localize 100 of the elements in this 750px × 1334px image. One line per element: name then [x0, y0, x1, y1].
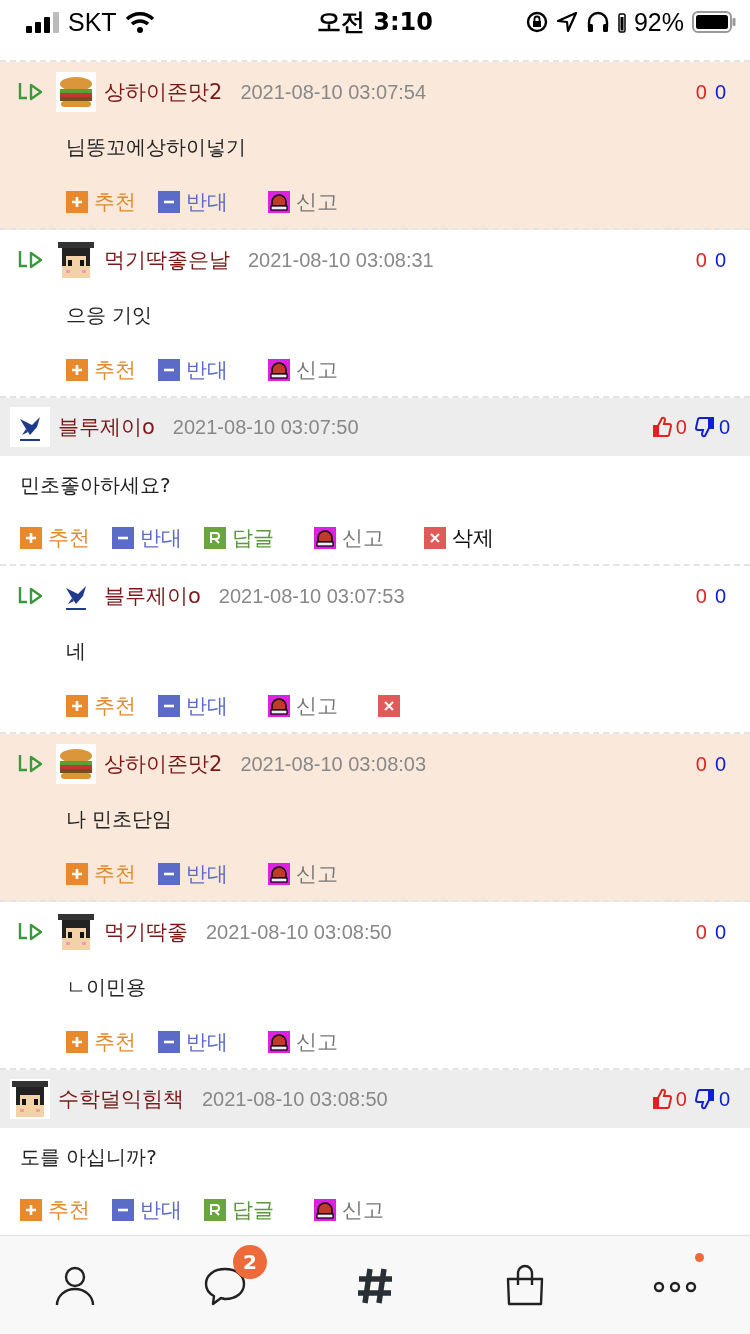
reply-arrow-icon: [18, 921, 44, 943]
comment-date: 2021-08-10 03:08:50: [206, 920, 392, 944]
siren-icon: [268, 191, 290, 213]
author-name[interactable]: 상하이존맛2: [104, 750, 223, 778]
action-link[interactable]: 답글: [232, 1196, 274, 1224]
upvote-count[interactable]: 0: [675, 1087, 687, 1111]
siren-icon: [268, 695, 290, 717]
plus-icon: [66, 359, 88, 381]
comment-date: 2021-08-10 03:08:31: [248, 248, 434, 272]
action-link[interactable]: 반대: [186, 188, 228, 216]
downvote-count[interactable]: 0: [714, 80, 726, 104]
action-link[interactable]: 삭제: [452, 524, 494, 552]
headphones-icon: [585, 11, 610, 33]
reply-arrow-icon: [18, 249, 44, 271]
downvote-count[interactable]: 0: [714, 248, 726, 272]
battery-small-icon: [617, 11, 626, 33]
plus-icon: [66, 191, 88, 213]
status-time: 오전 3:10: [315, 7, 435, 38]
author-name[interactable]: 블루제이o: [104, 582, 201, 610]
action-link[interactable]: 추천: [94, 692, 136, 720]
upvote-count[interactable]: 0: [695, 584, 707, 608]
comment-date: 2021-08-10 03:08:03: [240, 752, 427, 776]
action-link[interactable]: 반대: [186, 860, 228, 888]
downvote-count[interactable]: 0: [718, 415, 730, 439]
reply-arrow-icon: [18, 585, 44, 607]
action-link[interactable]: 반대: [140, 524, 182, 552]
reply-arrow-icon: [18, 753, 44, 775]
action-link[interactable]: 반대: [186, 1028, 228, 1056]
close-icon: [424, 527, 446, 549]
carrier-name: SKT: [68, 7, 117, 37]
comment-date: 2021-08-10 03:07:53: [218, 584, 405, 608]
reply-r-icon: [204, 1199, 226, 1221]
minus-icon: [158, 1031, 180, 1053]
thumbs-up-icon: [651, 416, 672, 438]
rotation-lock-icon: [525, 11, 548, 33]
action-link[interactable]: 추천: [94, 1028, 136, 1056]
author-name[interactable]: 상하이존맛2: [104, 78, 223, 106]
author-name[interactable]: 수학덜익힘책: [58, 1085, 184, 1113]
siren-icon: [314, 527, 336, 549]
comment-text: 도를 아십니까?: [19, 1144, 158, 1171]
plus-icon: [66, 1031, 88, 1053]
action-link[interactable]: 신고: [296, 1028, 338, 1056]
comment-text: 님똥꼬에상하이넣기: [65, 134, 247, 161]
thumbs-up-icon: [651, 1088, 672, 1110]
notification-badge: 2: [233, 1245, 267, 1279]
close-icon[interactable]: [378, 695, 400, 717]
comment-text: ㄴ이민용: [65, 974, 147, 1001]
comment-text: 민초좋아하세요?: [19, 472, 172, 499]
action-link[interactable]: 추천: [48, 1196, 90, 1224]
thumbs-down-icon: [694, 416, 715, 438]
downvote-count[interactable]: 0: [714, 920, 726, 944]
signal-icon: [26, 11, 60, 33]
minus-icon: [158, 359, 180, 381]
upvote-count[interactable]: 0: [695, 80, 707, 104]
reply-arrow-icon: [18, 81, 44, 103]
comment-date: 2021-08-10 03:08:50: [202, 1087, 388, 1111]
action-link[interactable]: 신고: [342, 1196, 384, 1224]
downvote-count[interactable]: 0: [718, 1087, 730, 1111]
comment-date: 2021-08-10 03:07:50: [172, 415, 359, 439]
upvote-count[interactable]: 0: [695, 248, 707, 272]
minus-icon: [158, 863, 180, 885]
plus-icon: [66, 863, 88, 885]
downvote-count[interactable]: 0: [714, 584, 726, 608]
comment-date: 2021-08-10 03:07:54: [240, 80, 427, 104]
plus-icon: [20, 527, 42, 549]
plus-icon: [20, 1199, 42, 1221]
downvote-count[interactable]: 0: [714, 752, 726, 776]
action-link[interactable]: 반대: [186, 356, 228, 384]
action-link[interactable]: 반대: [140, 1196, 182, 1224]
comment-text: 나 민초단임: [65, 806, 174, 833]
action-link[interactable]: 신고: [296, 188, 338, 216]
battery-icon: [692, 11, 736, 33]
author-name[interactable]: 먹기딱좋은날: [104, 246, 230, 274]
author-name[interactable]: 블루제이o: [58, 413, 155, 441]
minus-icon: [112, 1199, 134, 1221]
action-link[interactable]: 신고: [342, 524, 384, 552]
comment-text: 네: [65, 638, 87, 665]
location-icon: [555, 11, 578, 33]
action-link[interactable]: 답글: [232, 524, 274, 552]
minus-icon: [158, 191, 180, 213]
action-link[interactable]: 신고: [296, 356, 338, 384]
upvote-count[interactable]: 0: [695, 920, 707, 944]
siren-icon: [268, 359, 290, 381]
minus-icon: [158, 695, 180, 717]
thumbs-down-icon: [694, 1088, 715, 1110]
author-name[interactable]: 먹기딱좋: [104, 918, 188, 946]
action-link[interactable]: 신고: [296, 692, 338, 720]
battery-percent: 92%: [633, 7, 684, 37]
action-link[interactable]: 추천: [94, 356, 136, 384]
wifi-icon: [124, 11, 155, 33]
upvote-count[interactable]: 0: [695, 752, 707, 776]
upvote-count[interactable]: 0: [675, 415, 687, 439]
action-link[interactable]: 신고: [296, 860, 338, 888]
comment-text: 으응 기잇: [65, 302, 154, 329]
action-link[interactable]: 반대: [186, 692, 228, 720]
siren-icon: [314, 1199, 336, 1221]
siren-icon: [268, 1031, 290, 1053]
minus-icon: [112, 527, 134, 549]
siren-icon: [268, 863, 290, 885]
action-link[interactable]: 추천: [48, 524, 90, 552]
